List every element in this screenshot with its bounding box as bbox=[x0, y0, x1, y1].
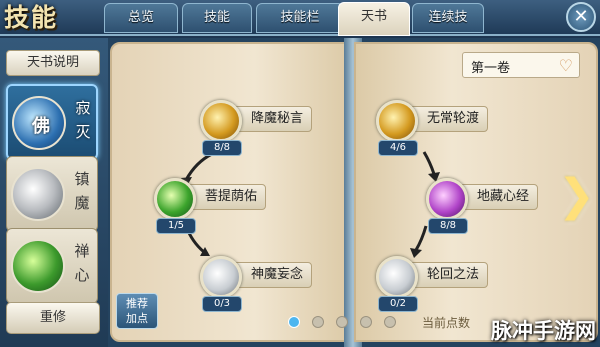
tab-skills[interactable]: 技能 bbox=[182, 3, 252, 33]
school-tab-jimie[interactable]: 佛 寂灭 bbox=[6, 84, 98, 160]
volume-label: 第一卷 bbox=[471, 61, 511, 76]
tab-combo[interactable]: 连续技 bbox=[412, 3, 484, 33]
tianshu-book: 第一卷 ♡ 降魔秘言 8/8 菩提荫佑 1/5 神魔妄念 0/3 无常轮渡 4/… bbox=[108, 38, 600, 347]
chevron-right-icon[interactable]: ❯ bbox=[558, 174, 595, 220]
skill-points: 0/2 bbox=[378, 296, 418, 312]
reset-button[interactable]: 重修 bbox=[6, 302, 100, 334]
school-name: 镇魔 bbox=[74, 170, 90, 212]
wheel-icon bbox=[376, 256, 418, 298]
close-icon[interactable]: ✕ bbox=[566, 2, 596, 32]
page-indicator bbox=[288, 316, 398, 330]
recommend-line-1: 推荐 bbox=[126, 297, 148, 310]
skill-points: 0/3 bbox=[202, 296, 242, 312]
school-tab-zhenmo[interactable]: 镇魔 bbox=[6, 156, 98, 232]
page-dot[interactable] bbox=[384, 316, 396, 328]
school-name: 寂灭 bbox=[75, 99, 91, 141]
ring-icon bbox=[200, 100, 242, 142]
school-tab-chanxin[interactable]: 禅心 bbox=[6, 228, 98, 304]
school-name: 禅心 bbox=[74, 242, 90, 284]
top-bar: 技能 总览 技能 技能栏 连续技 天书 ✕ bbox=[0, 0, 600, 36]
skill-points: 8/8 bbox=[202, 140, 242, 156]
current-points-label: 当前点数 bbox=[422, 316, 471, 330]
watermark: 脉冲手游网 bbox=[491, 319, 596, 343]
recommend-points-button[interactable]: 推荐 加点 bbox=[116, 293, 158, 329]
page-dot[interactable] bbox=[312, 316, 324, 328]
recommend-line-2: 加点 bbox=[126, 312, 148, 325]
tianshu-description-button[interactable]: 天书说明 bbox=[6, 50, 100, 76]
skill-points: 1/5 bbox=[156, 218, 196, 234]
tab-tianshu[interactable]: 天书 bbox=[338, 2, 410, 36]
heart-icon: ♡ bbox=[558, 56, 573, 75]
lotus-icon: 佛 bbox=[12, 96, 66, 150]
page-dot[interactable] bbox=[336, 316, 348, 328]
flame-icon bbox=[426, 178, 468, 220]
volume-select[interactable]: 第一卷 ♡ bbox=[462, 52, 580, 78]
tab-overview[interactable]: 总览 bbox=[104, 3, 178, 33]
page-dot[interactable] bbox=[288, 316, 300, 328]
school-sidebar: 天书说明 佛 寂灭 镇魔 禅心 重修 bbox=[0, 38, 108, 347]
skill-points: 4/6 bbox=[378, 140, 418, 156]
leaf-icon bbox=[11, 239, 65, 293]
cloud-icon bbox=[11, 167, 65, 221]
skill-points: 8/8 bbox=[428, 218, 468, 234]
tab-skill-bar[interactable]: 技能栏 bbox=[256, 3, 344, 33]
page-dot[interactable] bbox=[360, 316, 372, 328]
buddha-icon bbox=[154, 178, 196, 220]
mist-icon bbox=[200, 256, 242, 298]
scroll-icon bbox=[376, 100, 418, 142]
window-title: 技能 bbox=[4, 3, 59, 32]
